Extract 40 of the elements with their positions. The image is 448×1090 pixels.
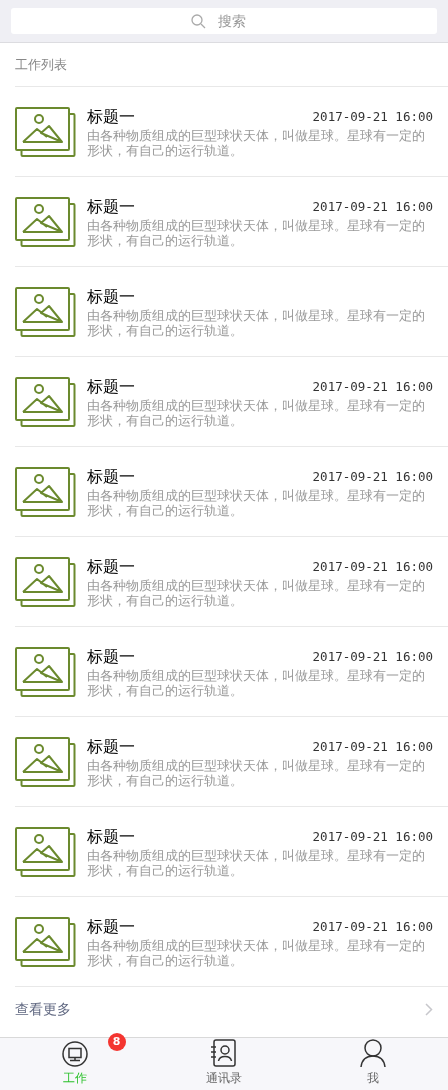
item-title: 标题一: [87, 197, 135, 217]
image-icon: [15, 377, 76, 428]
image-icon: [15, 467, 76, 518]
image-icon: [15, 647, 76, 698]
section-title: 工作列表: [15, 55, 67, 74]
image-icon: [15, 557, 76, 608]
tab-item[interactable]: 通讯录: [149, 1038, 299, 1090]
search-field[interactable]: 搜索: [217, 10, 258, 32]
item-date: 2017-09-21 16:00: [312, 917, 433, 936]
item-title: 标题一: [87, 737, 135, 757]
item-title: 标题一: [87, 377, 135, 397]
item-date: 2017-09-21 16:00: [312, 107, 433, 126]
image-icon: [15, 107, 76, 158]
image-icon: [15, 827, 76, 878]
item-title: 标题一: [87, 107, 135, 127]
item-title: 标题一: [87, 827, 135, 847]
item-date: 2017-09-21 16:00: [312, 467, 433, 486]
item-date: 2017-09-21 16:00: [312, 197, 433, 216]
image-icon: [15, 917, 76, 968]
item-title: 标题一: [87, 647, 135, 667]
image-icon: [15, 197, 76, 248]
monitor-icon: [61, 1041, 88, 1067]
search-icon: [190, 13, 206, 29]
item-title: 标题一: [87, 917, 135, 937]
chevron-right-icon: [425, 1002, 433, 1016]
image-icon: [15, 737, 76, 788]
item-date: 2017-09-21 16:00: [312, 827, 433, 846]
person-icon: [360, 1039, 387, 1067]
item-date: 2017-09-21 16:00: [312, 557, 433, 576]
item-title: 标题一: [87, 287, 135, 307]
item-date: 2017-09-21 16:00: [312, 647, 433, 666]
notification-badge: 8: [107, 1033, 126, 1051]
item-date: 2017-09-21 16:00: [312, 377, 433, 396]
item-date: 2017-09-21 16:00: [312, 737, 433, 756]
view-more-link[interactable]: 查看更多: [15, 987, 448, 1031]
image-icon: [15, 287, 76, 338]
contact-book-icon: [211, 1039, 237, 1067]
tab-item[interactable]: 我: [298, 1038, 448, 1090]
item-title: 标题一: [87, 557, 135, 577]
item-title: 标题一: [87, 467, 135, 487]
